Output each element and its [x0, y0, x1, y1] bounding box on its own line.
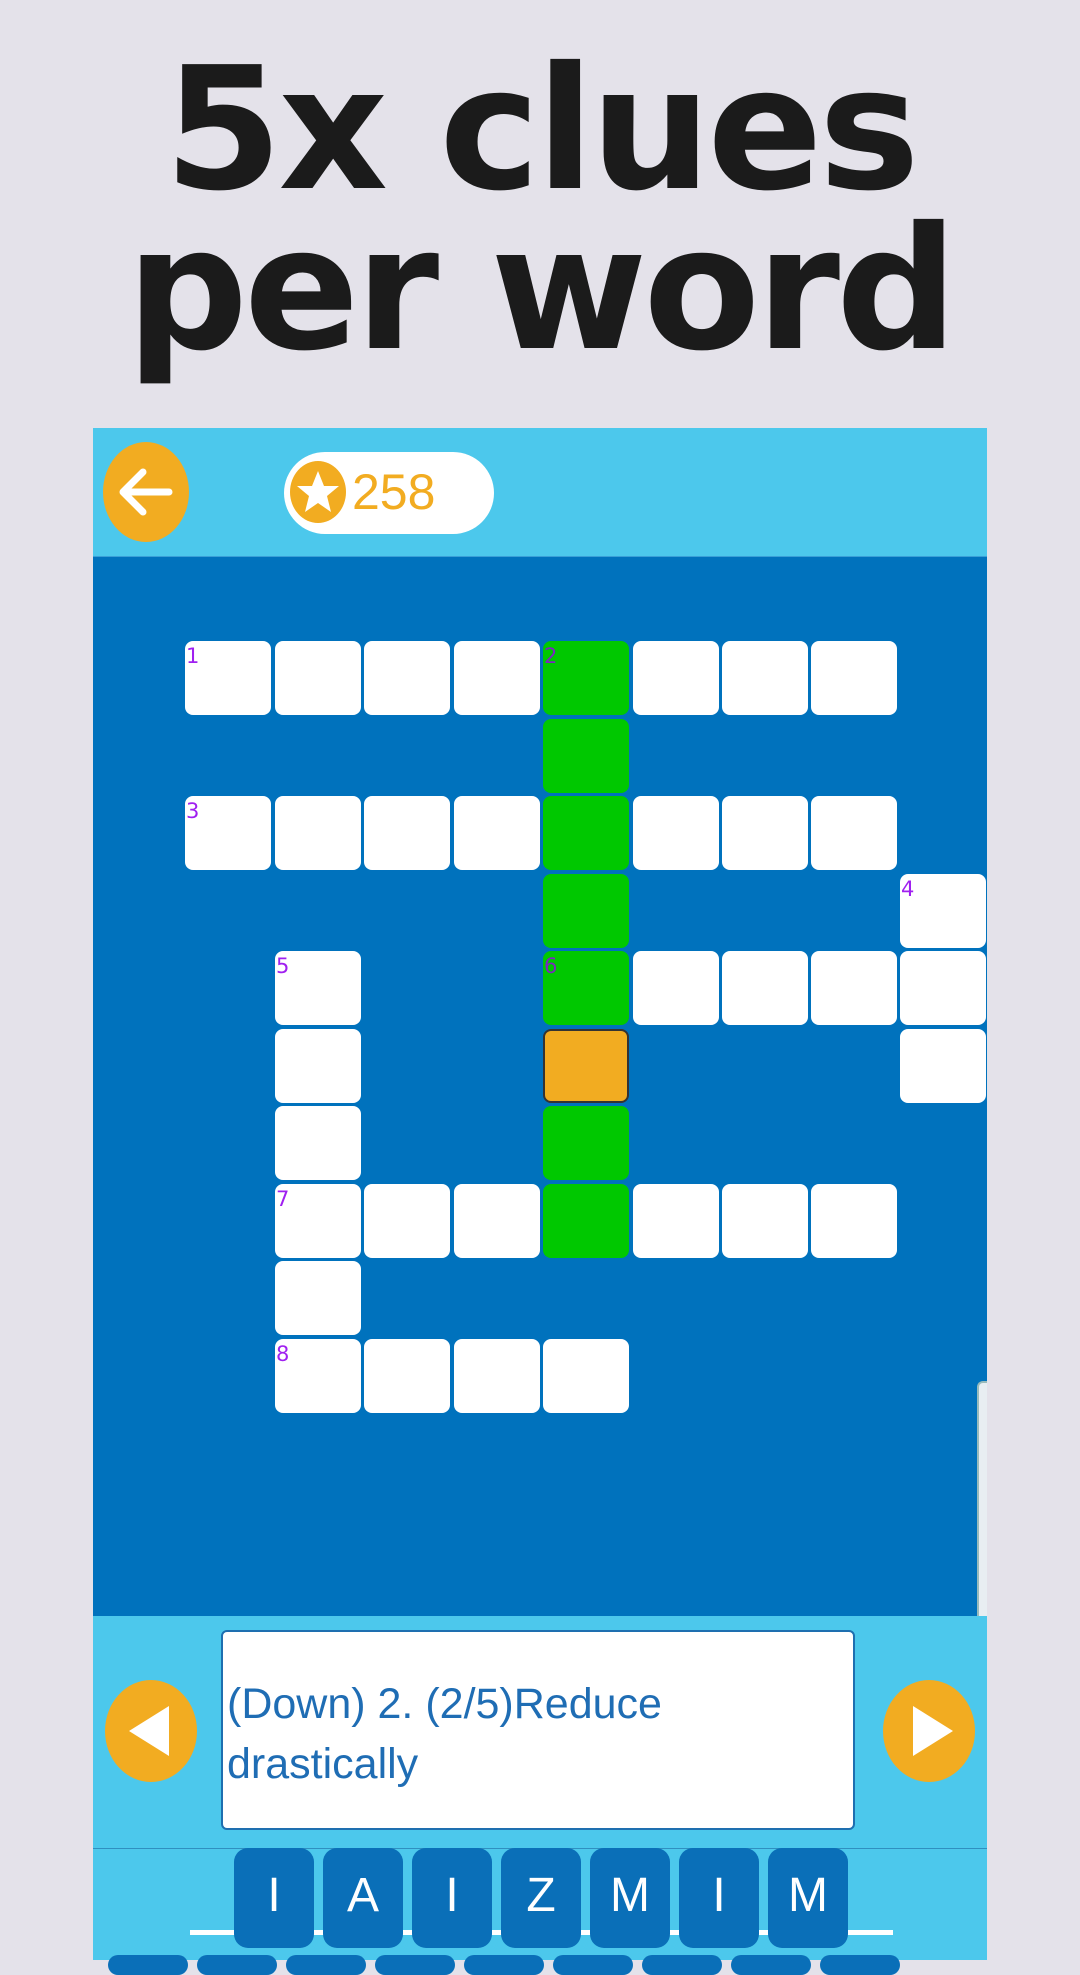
letter-tile[interactable] — [286, 1955, 366, 1975]
grid-cell[interactable]: 4 — [900, 874, 986, 948]
cell-number: 6 — [544, 954, 558, 978]
scrollbar[interactable] — [977, 1381, 987, 1641]
grid-cell[interactable] — [543, 796, 629, 870]
grid-cell[interactable] — [275, 1261, 361, 1335]
cell-number: 1 — [186, 644, 200, 668]
letter-tile[interactable]: A — [323, 1848, 403, 1948]
grid-cell[interactable] — [364, 641, 450, 715]
letter-tile[interactable] — [197, 1955, 277, 1975]
grid-cell[interactable]: 5 — [275, 951, 361, 1025]
grid-cell[interactable] — [900, 1029, 986, 1103]
letter-tile[interactable] — [108, 1955, 188, 1975]
game-screen: 258 1 2 3 4 5 6 7 8 (Down) 2. (2/5)Reduce drast… — [93, 428, 987, 1960]
grid-cell[interactable] — [633, 796, 719, 870]
back-arrow-icon — [119, 468, 173, 516]
cell-number: 8 — [276, 1342, 290, 1366]
star-coin-icon — [290, 461, 346, 523]
grid-cell[interactable] — [811, 1184, 897, 1258]
letter-tile[interactable] — [464, 1955, 544, 1975]
grid-cell[interactable] — [633, 951, 719, 1025]
grid-cell[interactable] — [364, 1339, 450, 1413]
grid-cell[interactable] — [454, 1184, 540, 1258]
grid-cell[interactable] — [633, 1184, 719, 1258]
grid-cell[interactable] — [454, 641, 540, 715]
clue-text: (Down) 2. (2/5)Reduce drastically — [227, 1680, 662, 1788]
grid-cell[interactable] — [275, 1029, 361, 1103]
letter-tile[interactable] — [731, 1955, 811, 1975]
grid-cell[interactable]: 8 — [275, 1339, 361, 1413]
headline-line-1: 5x clues — [164, 31, 920, 229]
letter-tile[interactable] — [553, 1955, 633, 1975]
active-cell[interactable] — [543, 1029, 629, 1103]
triangle-right-icon — [913, 1706, 953, 1756]
grid-cell[interactable] — [364, 796, 450, 870]
letter-tile[interactable]: Z — [501, 1848, 581, 1948]
grid-cell[interactable] — [633, 641, 719, 715]
grid-cell[interactable] — [811, 796, 897, 870]
cell-number: 2 — [544, 644, 558, 668]
grid-cell[interactable] — [811, 951, 897, 1025]
grid-cell[interactable]: 3 — [185, 796, 271, 870]
grid-cell[interactable] — [722, 796, 808, 870]
grid-cell[interactable] — [454, 1339, 540, 1413]
grid-cell[interactable] — [275, 1106, 361, 1180]
grid-cell[interactable] — [722, 1184, 808, 1258]
grid-cell[interactable] — [275, 641, 361, 715]
grid-cell[interactable]: 7 — [275, 1184, 361, 1258]
next-clue-button[interactable] — [883, 1680, 975, 1782]
top-bar: 258 — [93, 428, 987, 556]
grid-cell[interactable] — [543, 874, 629, 948]
grid-cell[interactable] — [543, 719, 629, 793]
clue-box: (Down) 2. (2/5)Reduce drastically — [221, 1630, 855, 1830]
grid-cell[interactable] — [364, 1184, 450, 1258]
grid-cell[interactable]: 2 — [543, 641, 629, 715]
grid-cell[interactable] — [543, 1339, 629, 1413]
letter-tile[interactable]: I — [412, 1848, 492, 1948]
grid-cell[interactable] — [543, 1106, 629, 1180]
coin-count: 258 — [352, 464, 436, 520]
letter-tile[interactable]: I — [234, 1848, 314, 1948]
grid-cell[interactable] — [454, 796, 540, 870]
back-button[interactable] — [103, 442, 189, 542]
triangle-left-icon — [129, 1706, 169, 1756]
coin-counter: 258 — [284, 452, 494, 534]
previous-clue-button[interactable] — [105, 1680, 197, 1782]
grid-cell[interactable] — [722, 641, 808, 715]
grid-cell[interactable] — [900, 951, 986, 1025]
grid-cell[interactable] — [543, 1184, 629, 1258]
letter-tile[interactable]: I — [679, 1848, 759, 1948]
letter-tile[interactable]: M — [590, 1848, 670, 1948]
letter-tile[interactable] — [642, 1955, 722, 1975]
letter-tile[interactable] — [820, 1955, 900, 1975]
grid-cell[interactable] — [275, 796, 361, 870]
headline: 5x clues per word — [0, 31, 1080, 389]
clue-bar: (Down) 2. (2/5)Reduce drastically — [93, 1616, 987, 1849]
crossword-board: 1 2 3 4 5 6 7 8 — [93, 556, 987, 1641]
letter-tile[interactable]: M — [768, 1848, 848, 1948]
cell-number: 4 — [901, 877, 915, 901]
grid-cell[interactable]: 1 — [185, 641, 271, 715]
cell-number: 5 — [276, 954, 290, 978]
grid-cell[interactable]: 6 — [543, 951, 629, 1025]
cell-number: 3 — [186, 799, 200, 823]
grid-cell[interactable] — [811, 641, 897, 715]
letter-tile[interactable] — [375, 1955, 455, 1975]
grid-cell[interactable] — [722, 951, 808, 1025]
headline-line-2: per word — [126, 191, 957, 389]
cell-number: 7 — [276, 1187, 290, 1211]
